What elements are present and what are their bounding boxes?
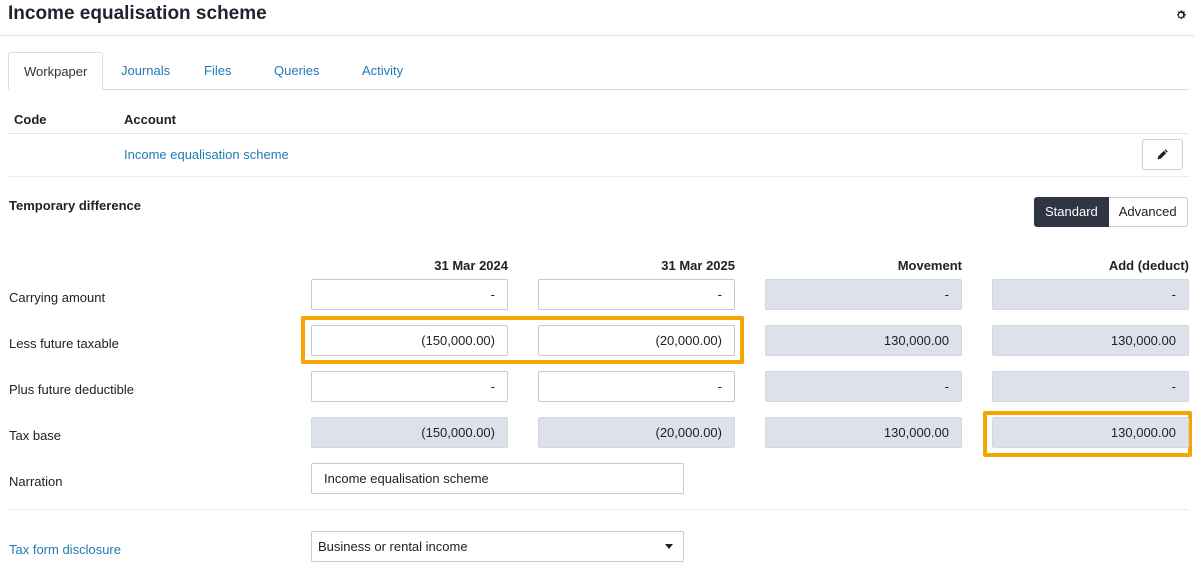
- tax-form-disclosure-select[interactable]: Business or rental income: [311, 531, 684, 562]
- code-column-header: Code: [14, 112, 47, 127]
- tab-journals[interactable]: Journals: [121, 52, 170, 90]
- row-label-plus-future-deductible: Plus future deductible: [9, 382, 135, 397]
- row-label-carrying-amount: Carrying amount: [9, 290, 106, 305]
- less-future-taxable-2025-input[interactable]: (20,000.00): [538, 325, 735, 356]
- page-title: Income equalisation scheme: [8, 3, 267, 24]
- narration-input[interactable]: Income equalisation scheme: [311, 463, 684, 494]
- tab-activity[interactable]: Activity: [362, 52, 403, 90]
- carrying-amount-add-deduct: -: [992, 279, 1189, 310]
- advanced-button[interactable]: Advanced: [1108, 197, 1188, 227]
- pencil-icon: [1157, 149, 1168, 160]
- account-column-header: Account: [124, 112, 176, 127]
- less-future-taxable-movement: 130,000.00: [765, 325, 962, 356]
- section-divider: [8, 509, 1189, 510]
- edit-account-button[interactable]: [1142, 139, 1183, 170]
- carrying-amount-movement: -: [765, 279, 962, 310]
- tax-base-movement: 130,000.00: [765, 417, 962, 448]
- mode-toggle: Standard Advanced: [1034, 197, 1188, 227]
- plus-future-deductible-2024-input[interactable]: -: [311, 371, 508, 402]
- tax-base-2024: (150,000.00): [311, 417, 508, 448]
- temporary-difference-title: Temporary difference: [9, 198, 141, 213]
- column-header-add-deduct: Add (deduct): [1108, 258, 1189, 273]
- tab-workpaper[interactable]: Workpaper: [8, 52, 104, 90]
- tax-form-disclosure-label[interactable]: Tax form disclosure: [9, 542, 121, 557]
- gear-icon[interactable]: [1175, 9, 1187, 21]
- carrying-amount-2025-input[interactable]: -: [538, 279, 735, 310]
- section-divider: [8, 176, 1189, 177]
- row-label-tax-base: Tax base: [9, 428, 62, 443]
- plus-future-deductible-movement: -: [765, 371, 962, 402]
- header-divider: [0, 35, 1194, 36]
- row-label-less-future-taxable: Less future taxable: [9, 336, 119, 351]
- less-future-taxable-2024-input[interactable]: (150,000.00): [311, 325, 508, 356]
- narration-label: Narration: [9, 474, 63, 489]
- column-header-31-mar-2024: 31 Mar 2024: [434, 258, 508, 273]
- plus-future-deductible-2025-input[interactable]: -: [538, 371, 735, 402]
- chevron-down-icon: [665, 544, 673, 549]
- tax-base-add-deduct: 130,000.00: [992, 417, 1189, 448]
- table-header-divider: [8, 133, 1189, 134]
- standard-button[interactable]: Standard: [1034, 197, 1109, 227]
- tab-queries[interactable]: Queries: [274, 52, 320, 90]
- tax-base-2025: (20,000.00): [538, 417, 735, 448]
- carrying-amount-2024-input[interactable]: -: [311, 279, 508, 310]
- account-link[interactable]: Income equalisation scheme: [124, 147, 289, 162]
- column-header-movement: Movement: [897, 258, 962, 273]
- less-future-taxable-add-deduct: 130,000.00: [992, 325, 1189, 356]
- plus-future-deductible-add-deduct: -: [992, 371, 1189, 402]
- column-header-31-mar-2025: 31 Mar 2025: [661, 258, 735, 273]
- tab-files[interactable]: Files: [204, 52, 231, 90]
- tabs-divider: [8, 89, 1189, 90]
